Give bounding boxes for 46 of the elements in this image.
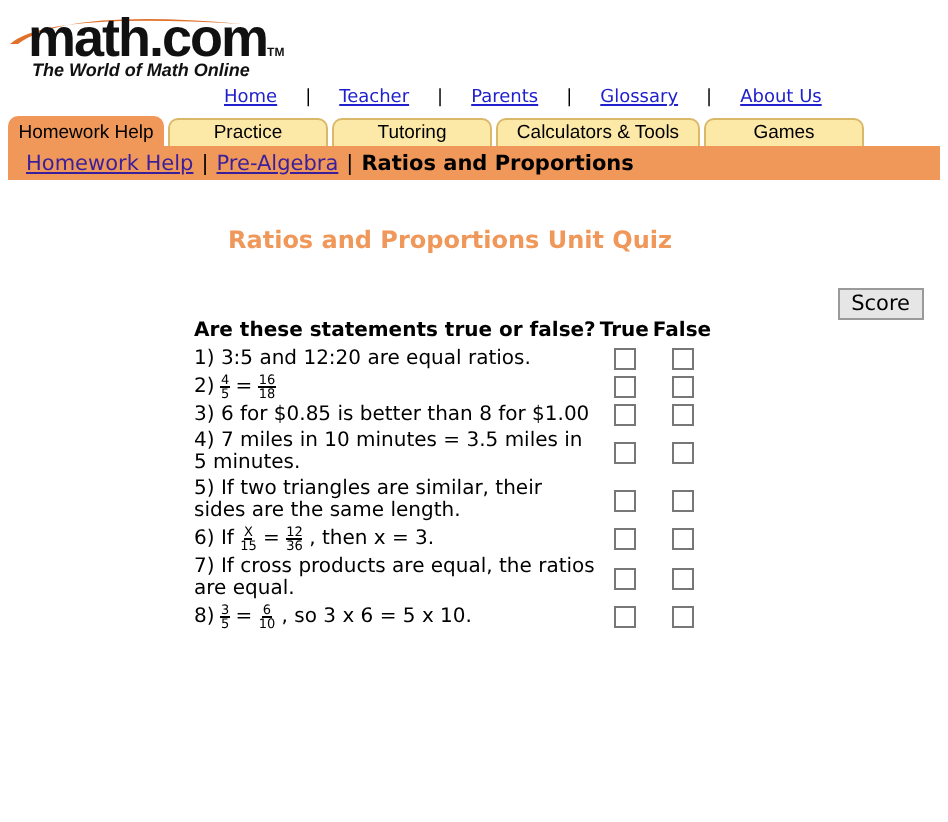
checkbox[interactable] bbox=[613, 606, 636, 629]
nav-link[interactable]: Teacher bbox=[339, 88, 410, 108]
column-header: False bbox=[650, 320, 714, 346]
checkbox[interactable] bbox=[671, 489, 693, 512]
tab[interactable]: Practice bbox=[168, 118, 328, 146]
nav-link[interactable]: About Us bbox=[740, 88, 822, 108]
question-text: 4) 7 miles in 10 minutes = 3.5 miles in 5 minutes. bbox=[192, 428, 585, 477]
separator: | bbox=[706, 88, 713, 108]
question-text: 7) If cross products are equal, the ratios are equal. bbox=[192, 554, 597, 603]
separator: | bbox=[566, 88, 573, 108]
checkbox[interactable] bbox=[671, 404, 693, 427]
checkbox[interactable] bbox=[613, 441, 636, 464]
separator: | bbox=[437, 88, 444, 108]
checkbox[interactable] bbox=[671, 348, 693, 370]
checkbox[interactable] bbox=[613, 404, 636, 427]
separator: | bbox=[305, 88, 312, 108]
question-text: 1) 3:5 and 12:20 are equal ratios. bbox=[192, 346, 533, 373]
tab[interactable]: Homework Help bbox=[8, 116, 164, 146]
checkbox[interactable] bbox=[613, 376, 636, 399]
tab[interactable]: Calculators & Tools bbox=[496, 118, 700, 146]
checkbox[interactable] bbox=[671, 376, 693, 399]
nav-link[interactable]: Home bbox=[224, 88, 278, 108]
separator: | bbox=[201, 151, 209, 175]
checkbox[interactable] bbox=[671, 441, 693, 464]
checkbox[interactable] bbox=[613, 489, 636, 512]
question-text: 3) 6 for $0.85 is better than 8 for $1.00 bbox=[192, 402, 592, 429]
checkbox[interactable] bbox=[613, 567, 636, 590]
checkbox[interactable] bbox=[671, 567, 693, 590]
nav-link[interactable]: Glossary bbox=[600, 88, 679, 108]
breadcrumb-link[interactable]: Pre-Algebra bbox=[216, 151, 339, 175]
nav-link[interactable]: Parents bbox=[471, 88, 539, 108]
breadcrumb-current: Ratios and Proportions bbox=[361, 151, 634, 175]
breadcrumb-link[interactable]: Homework Help bbox=[26, 151, 194, 175]
column-header: True bbox=[597, 320, 651, 346]
question-text: 5) If two triangles are similar, their sides are the same length. bbox=[192, 476, 544, 525]
checkbox[interactable] bbox=[671, 606, 693, 629]
tagline: The World of Math Online bbox=[32, 60, 250, 80]
column-header: Are these statements true or false? bbox=[192, 320, 598, 346]
quiz-title: Ratios and Proportions Unit Quiz bbox=[226, 226, 674, 254]
checkbox[interactable] bbox=[613, 528, 636, 551]
score-button[interactable]: Score bbox=[837, 288, 924, 320]
tab[interactable]: Tutoring bbox=[332, 118, 492, 146]
checkbox[interactable] bbox=[613, 348, 636, 370]
separator: | bbox=[346, 151, 354, 175]
tab[interactable]: Games bbox=[704, 118, 864, 146]
checkbox[interactable] bbox=[671, 528, 693, 551]
